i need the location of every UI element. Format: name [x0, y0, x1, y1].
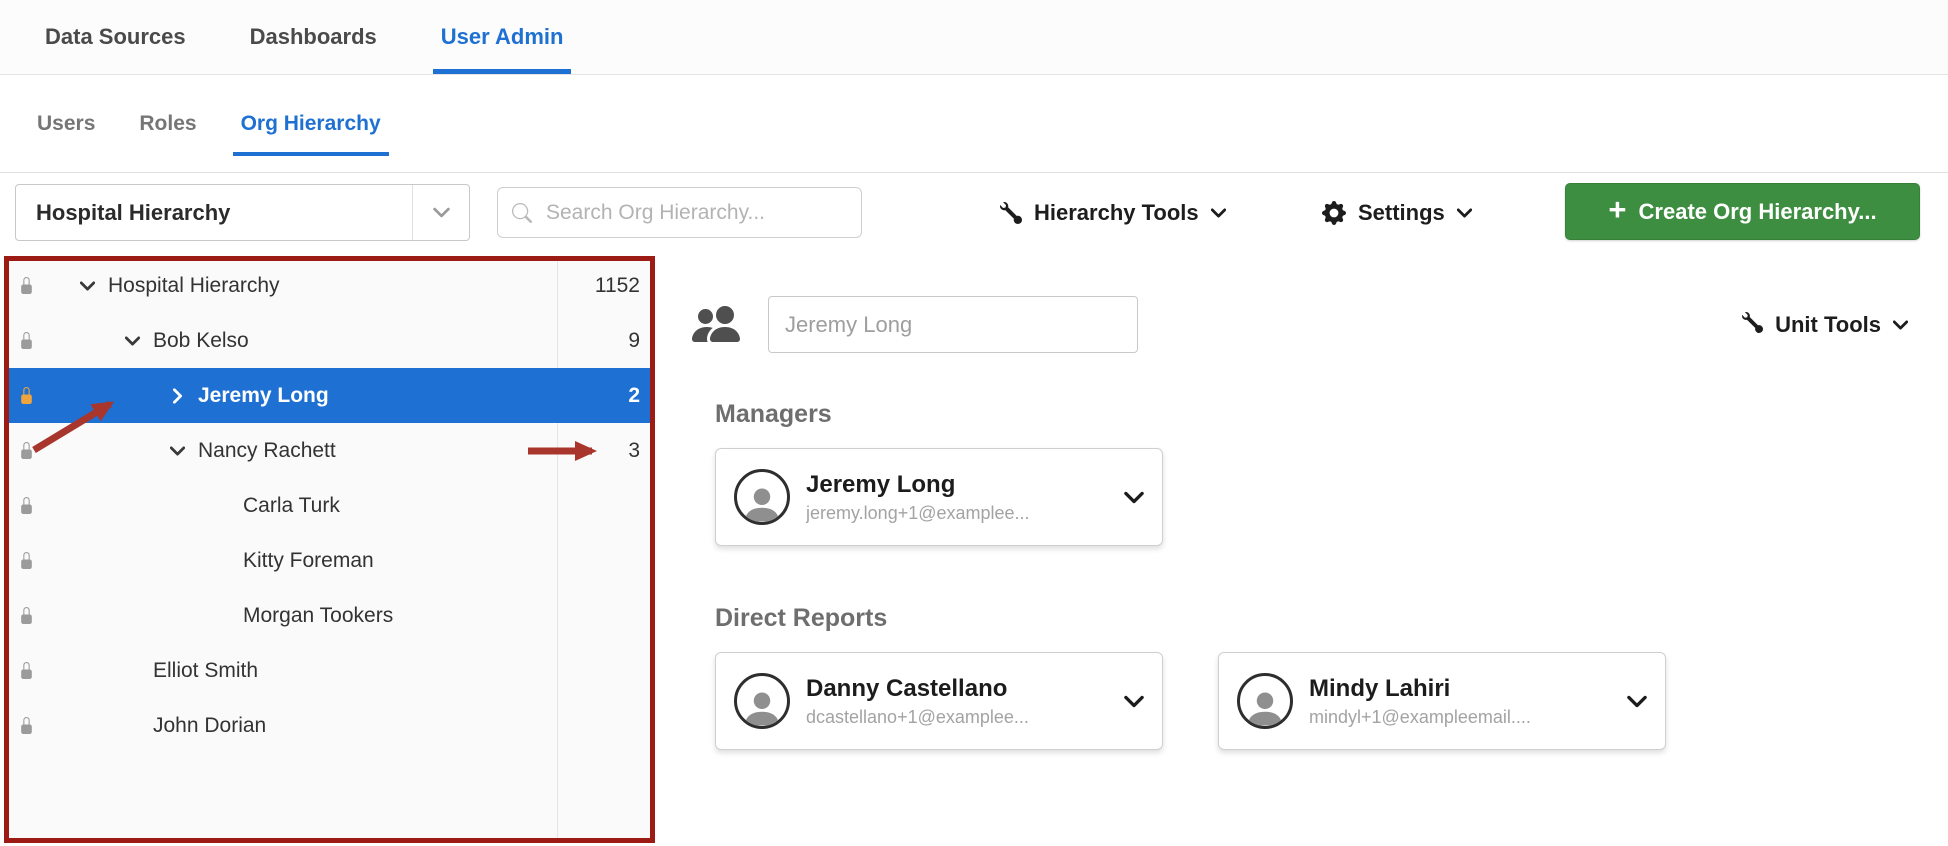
- tree-row[interactable]: Morgan Tookers: [6, 588, 654, 643]
- unit-name-input[interactable]: [768, 296, 1138, 353]
- chevron-down-icon[interactable]: [412, 185, 469, 240]
- direct-report-card[interactable]: Mindy Lahiri mindyl+1@exampleemail....: [1218, 652, 1666, 750]
- person-email: mindyl+1@exampleemail....: [1309, 707, 1611, 728]
- unit-tools-label: Unit Tools: [1775, 312, 1881, 338]
- chevron-right-icon[interactable]: [160, 391, 194, 401]
- managers-heading: Managers: [715, 400, 832, 429]
- tree-row-label: Hospital Hierarchy: [108, 274, 280, 298]
- person-name: Mindy Lahiri: [1309, 675, 1611, 703]
- chevron-down-icon[interactable]: [70, 281, 104, 291]
- org-hierarchy-search: [497, 187, 862, 238]
- search-input[interactable]: [544, 200, 847, 226]
- manager-card[interactable]: Jeremy Long jeremy.long+1@examplee...: [715, 448, 1163, 546]
- tree-row-selected[interactable]: Jeremy Long 2: [6, 368, 654, 423]
- chevron-down-icon: [1457, 208, 1472, 218]
- person-info: Mindy Lahiri mindyl+1@exampleemail....: [1309, 675, 1611, 728]
- tab-data-sources[interactable]: Data Sources: [45, 0, 186, 74]
- avatar: [1237, 673, 1293, 729]
- direct-report-card[interactable]: Danny Castellano dcastellano+1@examplee.…: [715, 652, 1163, 750]
- tree-row-label: Bob Kelso: [153, 329, 249, 353]
- person-info: Danny Castellano dcastellano+1@examplee.…: [806, 675, 1108, 728]
- chevron-down-icon: [1211, 208, 1226, 218]
- chevron-down-icon: [1893, 320, 1908, 330]
- org-tree-panel: Hospital Hierarchy 1152 Bob Kelso 9 Jere…: [6, 258, 654, 842]
- chevron-down-icon[interactable]: [1124, 695, 1144, 708]
- avatar: [734, 673, 790, 729]
- person-email: dcastellano+1@examplee...: [806, 707, 1108, 728]
- tree-row-label: Jeremy Long: [198, 384, 329, 408]
- tab-roles[interactable]: Roles: [139, 75, 196, 172]
- hierarchy-tools-menu[interactable]: Hierarchy Tools: [1000, 184, 1226, 241]
- lock-icon: [6, 277, 46, 294]
- tree-row[interactable]: Carla Turk: [6, 478, 654, 533]
- person-email: jeremy.long+1@examplee...: [806, 503, 1108, 524]
- tree-row-count: 1152: [595, 274, 654, 298]
- lock-icon: [6, 332, 46, 349]
- gear-icon: [1322, 201, 1346, 225]
- lock-icon: [6, 387, 46, 404]
- tree-row-label: Nancy Rachett: [198, 439, 336, 463]
- settings-menu[interactable]: Settings: [1322, 184, 1472, 241]
- tree-row[interactable]: Bob Kelso 9: [6, 313, 654, 368]
- person-name: Jeremy Long: [806, 471, 1108, 499]
- tab-dashboards[interactable]: Dashboards: [250, 0, 377, 74]
- create-org-hierarchy-button[interactable]: + Create Org Hierarchy...: [1565, 183, 1920, 240]
- person-name: Danny Castellano: [806, 675, 1108, 703]
- direct-reports-heading: Direct Reports: [715, 604, 887, 633]
- person-info: Jeremy Long jeremy.long+1@examplee...: [806, 471, 1108, 524]
- lock-icon: [6, 607, 46, 624]
- tree-row-count: 2: [628, 384, 654, 408]
- unit-tools-menu[interactable]: Unit Tools: [1742, 300, 1908, 350]
- lock-icon: [6, 497, 46, 514]
- chevron-down-icon[interactable]: [160, 446, 194, 456]
- hierarchy-select-value: Hospital Hierarchy: [16, 200, 412, 226]
- hierarchy-tools-label: Hierarchy Tools: [1034, 200, 1199, 226]
- tree-row-count: 3: [628, 439, 654, 463]
- wrench-icon: [1000, 202, 1022, 224]
- org-unit-group-icon: [692, 300, 740, 353]
- plus-icon: +: [1608, 194, 1626, 225]
- tree-row-label: Elliot Smith: [153, 659, 258, 683]
- create-org-hierarchy-label: Create Org Hierarchy...: [1639, 199, 1877, 225]
- tab-org-hierarchy[interactable]: Org Hierarchy: [241, 75, 381, 172]
- tree-row-count: 9: [628, 329, 654, 353]
- lock-icon: [6, 662, 46, 679]
- tree-row[interactable]: Elliot Smith: [6, 643, 654, 698]
- tab-user-admin[interactable]: User Admin: [441, 0, 564, 74]
- tree-row[interactable]: John Dorian: [6, 698, 654, 753]
- top-nav: Data Sources Dashboards User Admin: [0, 0, 1948, 75]
- chevron-down-icon[interactable]: [1627, 695, 1647, 708]
- search-icon: [512, 203, 532, 223]
- wrench-icon: [1742, 312, 1763, 339]
- lock-icon: [6, 442, 46, 459]
- settings-label: Settings: [1358, 200, 1445, 226]
- tree-row-label: Carla Turk: [243, 494, 340, 518]
- hierarchy-select[interactable]: Hospital Hierarchy: [15, 184, 470, 241]
- tree-row-label: Morgan Tookers: [243, 604, 393, 628]
- tab-users[interactable]: Users: [37, 75, 95, 172]
- tree-row-label: John Dorian: [153, 714, 266, 738]
- tree-row-label: Kitty Foreman: [243, 549, 374, 573]
- tree-row[interactable]: Nancy Rachett 3: [6, 423, 654, 478]
- lock-icon: [6, 717, 46, 734]
- tree-row[interactable]: Kitty Foreman: [6, 533, 654, 588]
- tree-row[interactable]: Hospital Hierarchy 1152: [6, 258, 654, 313]
- lock-icon: [6, 552, 46, 569]
- sub-nav: Users Roles Org Hierarchy: [0, 75, 1948, 173]
- avatar: [734, 469, 790, 525]
- chevron-down-icon[interactable]: [115, 336, 149, 346]
- chevron-down-icon[interactable]: [1124, 491, 1144, 504]
